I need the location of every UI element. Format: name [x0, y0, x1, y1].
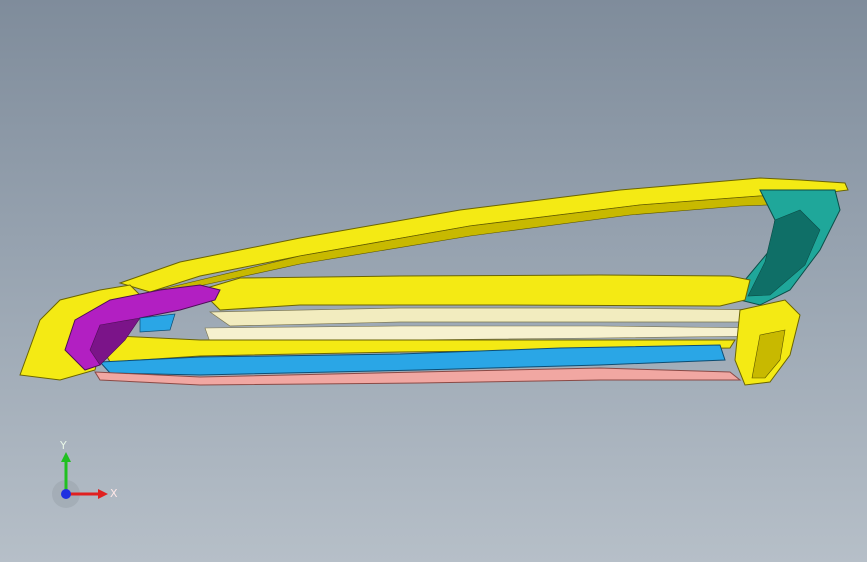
- cream-inner-strip: [208, 307, 783, 327]
- teal-rear-pillar-shade: [747, 209, 821, 297]
- x-arrowhead-icon: [98, 489, 108, 499]
- door-frame-model[interactable]: [0, 0, 867, 562]
- z-axis-dot: [61, 489, 71, 499]
- y-axis-label: Y: [59, 439, 67, 452]
- x-axis-label: X: [110, 487, 118, 500]
- axis-triad: Y X: [52, 439, 118, 508]
- mid-belt-rail[interactable]: [199, 274, 751, 311]
- cad-viewport[interactable]: Y X: [0, 0, 867, 562]
- y-arrowhead-icon: [61, 452, 71, 462]
